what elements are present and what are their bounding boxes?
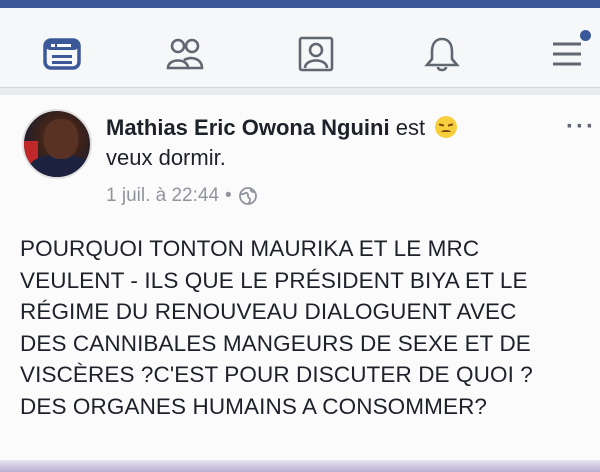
navigation-bar (0, 8, 600, 88)
tired-face-emoji-icon (435, 116, 458, 138)
post-meta: 1 juil. à 22:44 • (106, 185, 258, 207)
post-body: POURQUOI TONTON MAURIKA ET LE MRC VEULEN… (20, 233, 595, 422)
notification-dot (580, 30, 591, 41)
post-line: RÉGIME DU RENOUVEAU DIALOGUENT AVEC (20, 299, 517, 324)
post-line: DES CANNIBALES MANGEURS DE SEXE ET DE (20, 330, 531, 356)
timestamp[interactable]: 1 juil. à 22:44 (106, 185, 219, 207)
bell-icon[interactable] (420, 32, 464, 76)
post-line: POURQUOI TONTON MAURIKA ET LE MRC (20, 236, 480, 261)
post-line: VISCÈRES ?C'EST POUR DISCUTER DE QUOI ? (20, 362, 533, 387)
post-header: Mathias Eric Owona Nguini est veux dormi… (106, 113, 536, 173)
friends-icon[interactable] (163, 32, 207, 76)
post-line: VEULENT - ILS QUE LE PRÉSIDENT BIYA ET L… (20, 267, 528, 293)
menu-icon[interactable] (545, 30, 591, 76)
avatar[interactable] (22, 109, 92, 179)
globe-icon[interactable] (238, 186, 258, 206)
more-options-button[interactable]: ··· (566, 113, 596, 141)
author-name[interactable]: Mathias Eric Owona Nguini (106, 115, 390, 140)
meta-separator: • (225, 185, 232, 206)
top-accent-bar (0, 0, 600, 8)
status-prefix: est (389, 115, 432, 140)
post-card: Mathias Eric Owona Nguini est veux dormi… (0, 95, 600, 472)
feeling-text: veux dormir. (106, 145, 226, 170)
profile-icon[interactable] (294, 32, 338, 76)
post-line: DES ORGANES HUMAINS A CONSOMMER? (20, 393, 488, 419)
news-feed-icon[interactable] (40, 32, 84, 76)
attached-image-edge (0, 460, 600, 472)
